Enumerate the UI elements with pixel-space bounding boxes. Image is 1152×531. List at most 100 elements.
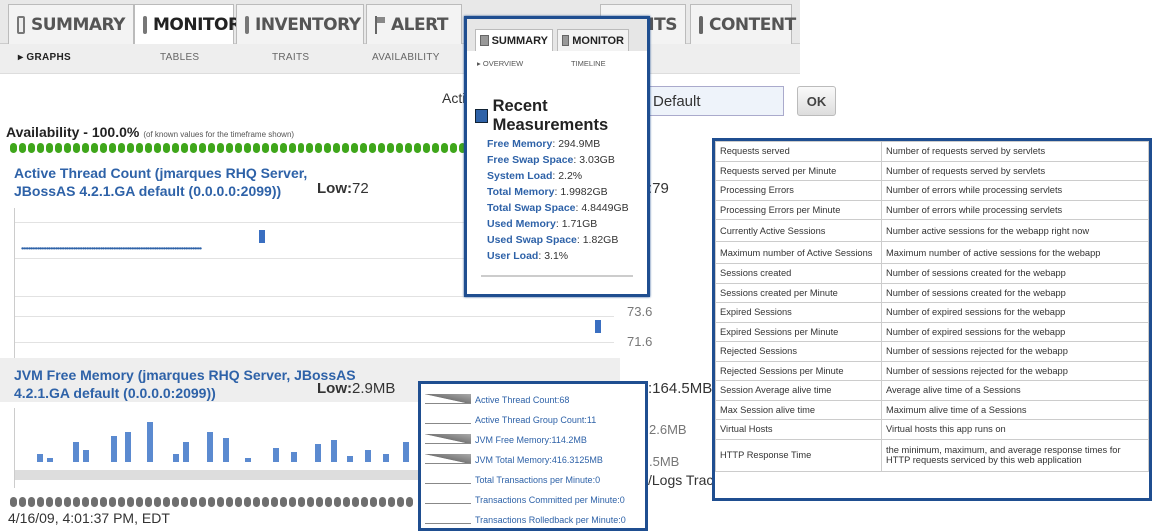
dashboard-label: Acti: [442, 90, 466, 106]
tab-inventory[interactable]: INVENTORY: [236, 4, 364, 44]
metric-title-jvm-free-memory[interactable]: JVM Free Memory (jmarques RHQ Server, JB…: [14, 366, 356, 402]
sparkline-row[interactable]: Transactions Committed per Minute: 0: [421, 490, 645, 510]
measurement-label[interactable]: Total Swap Space: [487, 202, 576, 214]
availability-dot: [351, 143, 359, 153]
measurement-label[interactable]: System Load: [487, 170, 552, 182]
availability-dot: [199, 497, 206, 507]
metric2-ylabel: .5MB: [649, 454, 680, 469]
availability-dot: [27, 143, 35, 153]
popup-subtab-overview[interactable]: ▸ OVERVIEW: [477, 59, 523, 68]
sparkline-label: JVM Free Memory: [475, 435, 550, 445]
metric2-bar: [183, 442, 189, 462]
metric-description-cell: Number of sessions created for the webap…: [881, 282, 1149, 303]
metric1-low-value: 72: [352, 180, 369, 197]
measurement-label[interactable]: Total Memory: [487, 186, 554, 198]
availability-dot: [99, 143, 107, 153]
availability-dot: [73, 497, 80, 507]
popup1-scrollbar[interactable]: [481, 275, 633, 277]
availability-dot: [72, 143, 80, 153]
metric1-bar-mark: [595, 320, 601, 333]
measurement-label[interactable]: Free Memory: [487, 138, 552, 150]
availability-dot: [117, 143, 125, 153]
recent-measurements-title-text: Recent Measurements: [492, 97, 609, 134]
description-row: Session Average alive time Average alive …: [715, 380, 1149, 401]
summary-icon: [17, 15, 25, 34]
tab-alert[interactable]: ALERT: [366, 4, 462, 44]
tab-inventory-label: INVENTORY: [255, 14, 361, 35]
popup-tab-monitor-label: MONITOR: [572, 34, 624, 47]
availability-dot: [243, 143, 251, 153]
availability-dot: [171, 143, 179, 153]
metric2-title-line1: JVM Free Memory (jmarques RHQ Server, JB…: [14, 367, 356, 383]
sparkline-row[interactable]: Transactions Rolledback per Minute: 0: [421, 510, 645, 530]
sparkline-value: 416.3125MB: [551, 455, 603, 465]
availability-dot: [18, 143, 26, 153]
availability-dot: [379, 497, 386, 507]
availability-dot: [180, 143, 188, 153]
dashboard-input[interactable]: [648, 86, 784, 116]
recent-measurements-title: Recent Measurements: [475, 97, 647, 135]
availability-dot: [154, 497, 161, 507]
metric2-bar: [403, 442, 409, 462]
sparkline-icon: [425, 514, 471, 526]
measurement-value: 1.9982GB: [560, 186, 608, 198]
separator: :: [555, 218, 562, 230]
popup-subtab-timeline[interactable]: TIMELINE: [571, 59, 606, 68]
ok-button[interactable]: OK: [797, 86, 836, 116]
tab-content[interactable]: CONTENT: [690, 4, 796, 44]
availability-dot: [10, 497, 17, 507]
sparkline-row[interactable]: Active Thread Group Count: 11: [421, 410, 645, 430]
tab-monitor[interactable]: MONITOR: [134, 4, 241, 45]
sparkline-row[interactable]: Total Transactions per Minute: 0: [421, 470, 645, 490]
sparkline-label: Transactions Committed per Minute: [475, 495, 618, 505]
sparkline-row[interactable]: JVM Free Memory: 114.2MB: [421, 430, 645, 450]
metric-description-cell: Number of expired sessions for the webap…: [881, 302, 1149, 323]
availability-dot: [369, 143, 377, 153]
availability-dot: [162, 143, 170, 153]
measurement-row: Used Memory: 1.71GB: [487, 216, 629, 232]
availability-dot: [414, 143, 422, 153]
measurement-label[interactable]: Used Memory: [487, 218, 556, 230]
sparkline-value: 68: [559, 395, 570, 405]
metric-name-cell: Sessions created per Minute: [715, 282, 882, 303]
flag-icon: [375, 15, 385, 34]
availability-dot: [172, 497, 179, 507]
tab-content-label: CONTENT: [709, 14, 796, 35]
metric-name-cell: Expired Sessions per Minute: [715, 321, 882, 342]
sparkline-value: 114.2MB: [551, 435, 587, 445]
popup-tab-summary-label: SUMMARY: [491, 34, 548, 47]
subtab-traits[interactable]: TRAITS: [272, 52, 309, 63]
subtab-tables[interactable]: TABLES: [160, 52, 199, 63]
sparkline-row[interactable]: Active Thread Count: 68: [421, 390, 645, 410]
popup-tab-monitor[interactable]: MONITOR: [557, 29, 629, 51]
availability-dot: [234, 143, 242, 153]
metric-name-cell: Processing Errors: [715, 180, 882, 201]
availability-dot: [279, 143, 287, 153]
availability-dot: [280, 497, 287, 507]
availability-dot: [37, 497, 44, 507]
popup-subtab-overview-label: OVERVIEW: [482, 59, 524, 68]
availability-dot: [406, 497, 413, 507]
subtab-availability[interactable]: AVAILABILITY: [372, 52, 440, 63]
popup-tab-summary[interactable]: SUMMARY: [475, 29, 553, 51]
metric1-title-line1: Active Thread Count (jmarques RHQ Server…: [14, 165, 308, 181]
sub-tab-bar: ▸ GRAPHS TABLES TRAITS AVAILABILITY: [0, 44, 800, 74]
availability-dot: [271, 497, 278, 507]
measurement-label[interactable]: Free Swap Space: [487, 154, 573, 166]
metric-title-active-thread-count[interactable]: Active Thread Count (jmarques RHQ Server…: [14, 164, 307, 200]
metric1-title-line2: JBossAS 4.2.1.GA default (0.0.0.0:2099)): [14, 183, 282, 199]
metric2-high-value: 164.5MB: [652, 380, 713, 397]
availability-dot: [360, 143, 368, 153]
availability-dot: [36, 143, 44, 153]
availability-title: Availability - 100.0% (of known values fo…: [6, 124, 294, 140]
availability-dot: [208, 497, 215, 507]
availability-dot: [207, 143, 215, 153]
availability-dot: [253, 497, 260, 507]
sparkline-row[interactable]: JVM Total Memory: 416.3125MB: [421, 450, 645, 470]
availability-dot: [118, 497, 125, 507]
sparkline-value: 11: [586, 415, 597, 425]
measurement-label[interactable]: Used Swap Space: [487, 234, 577, 246]
subtab-graphs[interactable]: ▸ GRAPHS: [18, 52, 71, 63]
tab-summary[interactable]: SUMMARY: [8, 4, 134, 44]
measurement-label[interactable]: User Load: [487, 250, 538, 262]
